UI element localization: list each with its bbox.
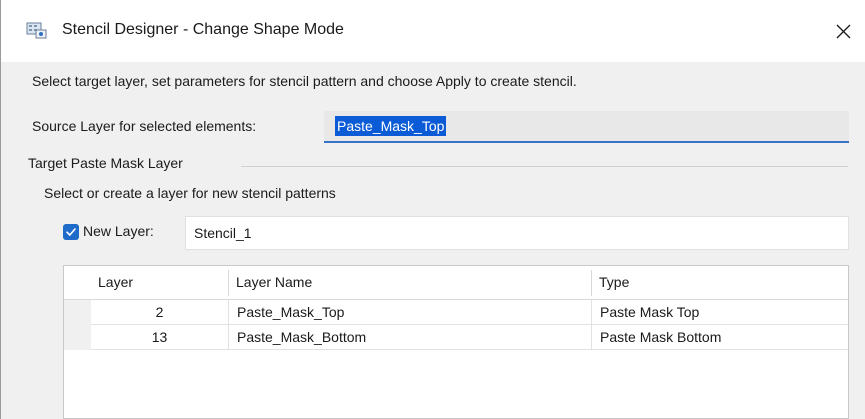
cell-layer: 2 — [91, 300, 229, 325]
cell-layer-name: Paste_Mask_Bottom — [229, 325, 592, 350]
target-group-title: Target Paste Mask Layer — [28, 155, 189, 171]
new-layer-name-input[interactable] — [185, 216, 849, 250]
row-selector[interactable] — [64, 325, 91, 350]
source-layer-field[interactable]: Paste_Mask_Top — [324, 111, 849, 143]
close-button[interactable] — [823, 13, 863, 49]
source-layer-label: Source Layer for selected elements: — [32, 118, 257, 134]
column-header-type[interactable]: Type — [599, 266, 839, 299]
table-header: Layer Layer Name Type — [64, 266, 848, 300]
instruction-text: Select target layer, set parameters for … — [32, 73, 577, 89]
table-row[interactable]: 2 Paste_Mask_Top Paste Mask Top — [64, 300, 848, 325]
cell-layer: 13 — [91, 325, 229, 350]
column-divider[interactable] — [591, 270, 592, 296]
source-layer-value: Paste_Mask_Top — [335, 116, 447, 136]
cell-type: Paste Mask Top — [592, 300, 848, 325]
column-divider[interactable] — [228, 270, 229, 296]
column-header-layer-name[interactable]: Layer Name — [236, 266, 586, 299]
column-header-layer[interactable]: Layer — [98, 266, 228, 299]
stencil-designer-icon — [26, 22, 48, 40]
new-layer-label[interactable]: New Layer: — [83, 223, 154, 239]
group-divider — [241, 166, 848, 167]
cell-layer-name: Paste_Mask_Top — [229, 300, 592, 325]
table-row[interactable]: 13 Paste_Mask_Bottom Paste Mask Bottom — [64, 325, 848, 350]
cell-type: Paste Mask Bottom — [592, 325, 848, 350]
stencil-designer-dialog: Stencil Designer - Change Shape Mode Sel… — [0, 0, 865, 419]
target-group-subtitle: Select or create a layer for new stencil… — [44, 185, 336, 201]
close-icon — [836, 24, 850, 38]
row-selector[interactable] — [64, 300, 91, 325]
window-title: Stencil Designer - Change Shape Mode — [62, 21, 344, 38]
title-bar: Stencil Designer - Change Shape Mode — [1, 0, 865, 62]
checkmark-icon — [66, 228, 76, 236]
new-layer-checkbox[interactable] — [63, 224, 79, 240]
layer-table: Layer Layer Name Type 2 Paste_Mask_Top P… — [63, 265, 849, 419]
